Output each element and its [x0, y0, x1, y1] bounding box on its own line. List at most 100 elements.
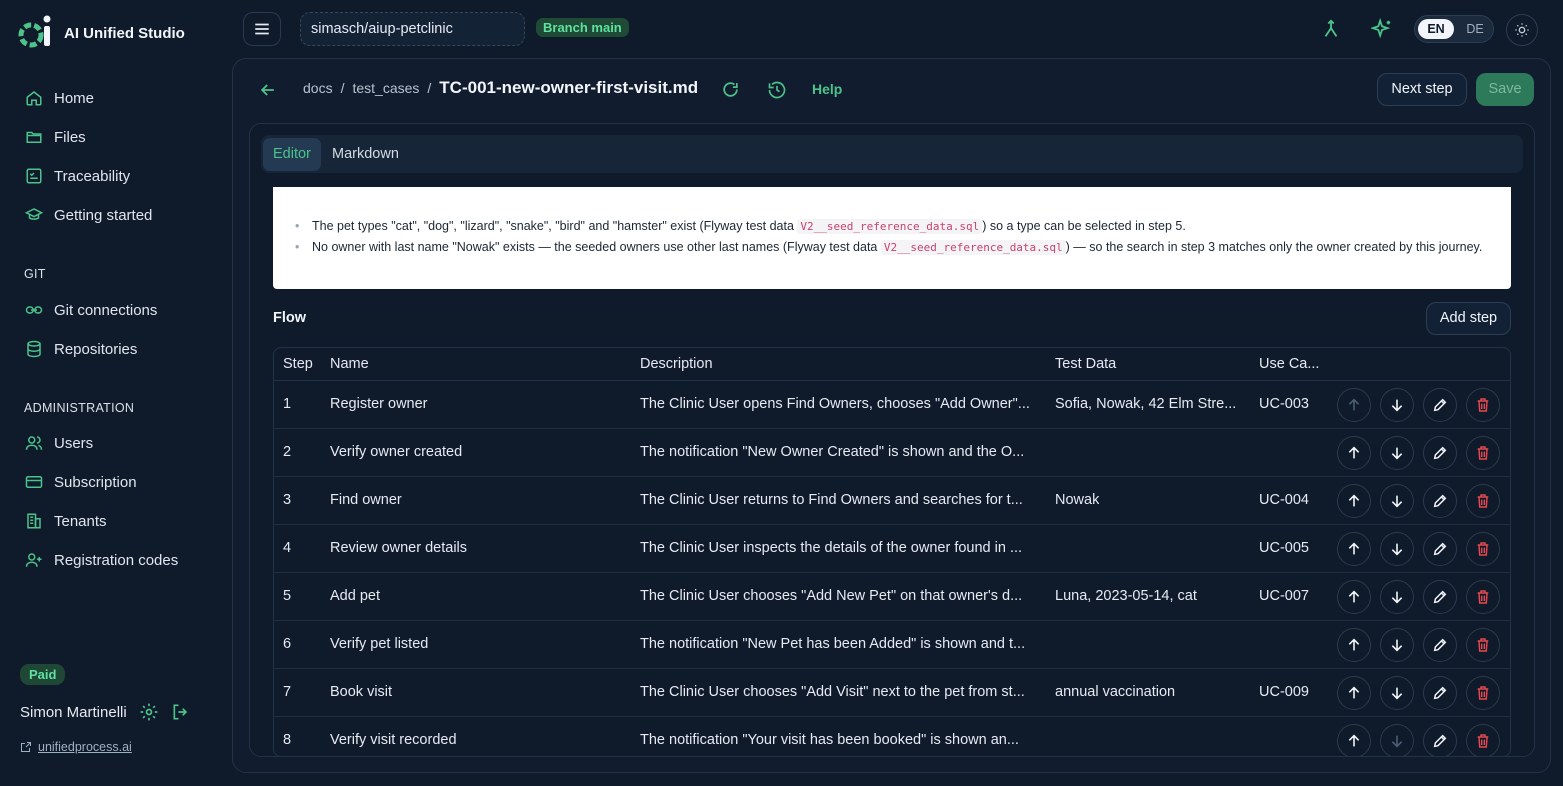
move-down-button[interactable]	[1380, 484, 1414, 518]
cell-description: The Clinic User inspects the details of …	[640, 540, 1023, 556]
column-test-data[interactable]: Test Data	[1055, 356, 1116, 372]
delete-step-button[interactable]	[1466, 484, 1500, 518]
add-step-button[interactable]: Add step	[1426, 302, 1511, 335]
flow-title: Flow	[273, 310, 307, 326]
nav-item-subscription[interactable]: Subscription	[24, 472, 137, 492]
nav-item-registration-codes[interactable]: Registration codes	[24, 550, 178, 570]
settings-gear-icon[interactable]	[139, 702, 159, 722]
cell-use-case: UC-009	[1259, 684, 1309, 700]
column-description[interactable]: Description	[640, 356, 713, 372]
building-icon	[24, 511, 44, 531]
cell-step: 5	[283, 588, 292, 604]
checklist-icon	[24, 166, 44, 186]
table-row[interactable]: 4 Review owner details The Clinic User ins…	[274, 525, 1510, 573]
move-up-button[interactable]	[1337, 628, 1371, 662]
delete-step-button[interactable]	[1466, 724, 1500, 756]
external-link-label: unifiedprocess.ai	[38, 740, 132, 754]
pencil-icon	[1432, 541, 1448, 557]
users-icon	[24, 433, 44, 453]
edit-step-button[interactable]	[1423, 628, 1457, 662]
external-link[interactable]: unifiedprocess.ai	[20, 740, 132, 754]
nav-item-users[interactable]: Users	[24, 433, 93, 453]
nav-label: Tenants	[54, 512, 107, 530]
branch-badge: Branch main	[536, 18, 629, 37]
edit-step-button[interactable]	[1423, 484, 1457, 518]
trash-icon	[1475, 397, 1491, 413]
trash-icon	[1475, 541, 1491, 557]
lang-en-option[interactable]: EN	[1418, 19, 1454, 39]
table-row[interactable]: 3 Find owner The Clinic User returns to Fi…	[274, 477, 1510, 525]
move-down-button[interactable]	[1380, 532, 1414, 566]
edit-step-button[interactable]	[1423, 388, 1457, 422]
next-step-button[interactable]: Next step	[1377, 73, 1467, 106]
move-up-button[interactable]	[1337, 388, 1371, 422]
table-row[interactable]: 6 Verify pet listed The notification "New …	[274, 621, 1510, 669]
edit-step-button[interactable]	[1423, 436, 1457, 470]
delete-step-button[interactable]	[1466, 676, 1500, 710]
edit-step-button[interactable]	[1423, 676, 1457, 710]
move-down-button[interactable]	[1380, 436, 1414, 470]
table-row[interactable]: 8 Verify visit recorded The notification "…	[274, 717, 1510, 756]
nav-item-getting-started[interactable]: Getting started	[24, 205, 152, 225]
move-down-button[interactable]	[1380, 724, 1414, 756]
menu-button[interactable]	[243, 12, 281, 46]
help-link[interactable]: Help	[812, 81, 842, 97]
edit-step-button[interactable]	[1423, 532, 1457, 566]
nav-item-home[interactable]: Home	[24, 88, 94, 108]
delete-step-button[interactable]	[1466, 580, 1500, 614]
nav-item-tenants[interactable]: Tenants	[24, 511, 107, 531]
back-arrow-icon[interactable]	[258, 80, 278, 100]
flow-table: Step Name Description Test Data Use Ca..…	[273, 347, 1511, 757]
delete-step-button[interactable]	[1466, 436, 1500, 470]
move-down-button[interactable]	[1380, 628, 1414, 662]
breadcrumb-test-cases[interactable]: test_cases	[352, 80, 419, 96]
sparkles-icon[interactable]	[1371, 18, 1393, 40]
delete-step-button[interactable]	[1466, 388, 1500, 422]
breadcrumb-docs[interactable]: docs	[303, 80, 333, 96]
move-down-button[interactable]	[1380, 676, 1414, 710]
nav-item-files[interactable]: Files	[24, 127, 86, 147]
move-up-button[interactable]	[1337, 532, 1371, 566]
cell-test-data: Nowak	[1055, 492, 1100, 508]
table-row[interactable]: 7 Book visit The Clinic User chooses "Add …	[274, 669, 1510, 717]
delete-step-button[interactable]	[1466, 532, 1500, 566]
repository-selector[interactable]: simasch/aiup-petclinic	[300, 12, 525, 46]
cell-test-data: Luna, 2023-05-14, cat	[1055, 588, 1197, 604]
tab-editor[interactable]: Editor	[263, 138, 321, 171]
edit-step-button[interactable]	[1423, 580, 1457, 614]
arrow-down-icon	[1389, 445, 1405, 461]
move-down-button[interactable]	[1380, 580, 1414, 614]
database-icon	[24, 339, 44, 359]
external-link-icon	[20, 741, 32, 753]
move-up-button[interactable]	[1337, 580, 1371, 614]
logout-icon[interactable]	[171, 702, 191, 722]
tab-markdown[interactable]: Markdown	[322, 138, 409, 171]
lang-de-option[interactable]: DE	[1461, 19, 1489, 39]
section-administration: ADMINISTRATION	[24, 401, 135, 415]
merge-icon[interactable]	[1320, 18, 1342, 40]
history-icon[interactable]	[767, 80, 787, 100]
move-up-button[interactable]	[1337, 676, 1371, 710]
table-row[interactable]: 5 Add pet The Clinic User chooses "Add New…	[274, 573, 1510, 621]
move-up-button[interactable]	[1337, 436, 1371, 470]
theme-toggle-button[interactable]	[1506, 14, 1538, 46]
table-row[interactable]: 2 Verify owner created The notification "N…	[274, 429, 1510, 477]
app-title: AI Unified Studio	[64, 24, 185, 42]
nav-item-repositories[interactable]: Repositories	[24, 339, 137, 359]
nav-item-traceability[interactable]: Traceability	[24, 166, 130, 186]
language-toggle[interactable]: EN DE	[1414, 15, 1494, 43]
move-down-button[interactable]	[1380, 388, 1414, 422]
column-use-case[interactable]: Use Ca...	[1259, 356, 1319, 372]
delete-step-button[interactable]	[1466, 628, 1500, 662]
move-up-button[interactable]	[1337, 484, 1371, 518]
column-name[interactable]: Name	[330, 356, 369, 372]
nav-item-git-connections[interactable]: Git connections	[24, 300, 157, 320]
cell-step: 4	[283, 540, 292, 556]
column-step[interactable]: Step	[283, 356, 313, 372]
table-row[interactable]: 1 Register owner The Clinic User opens Fin…	[274, 381, 1510, 429]
refresh-icon[interactable]	[721, 80, 740, 99]
move-up-button[interactable]	[1337, 724, 1371, 756]
edit-step-button[interactable]	[1423, 724, 1457, 756]
save-button[interactable]: Save	[1476, 73, 1534, 106]
brand[interactable]: AI Unified Studio	[18, 14, 185, 52]
